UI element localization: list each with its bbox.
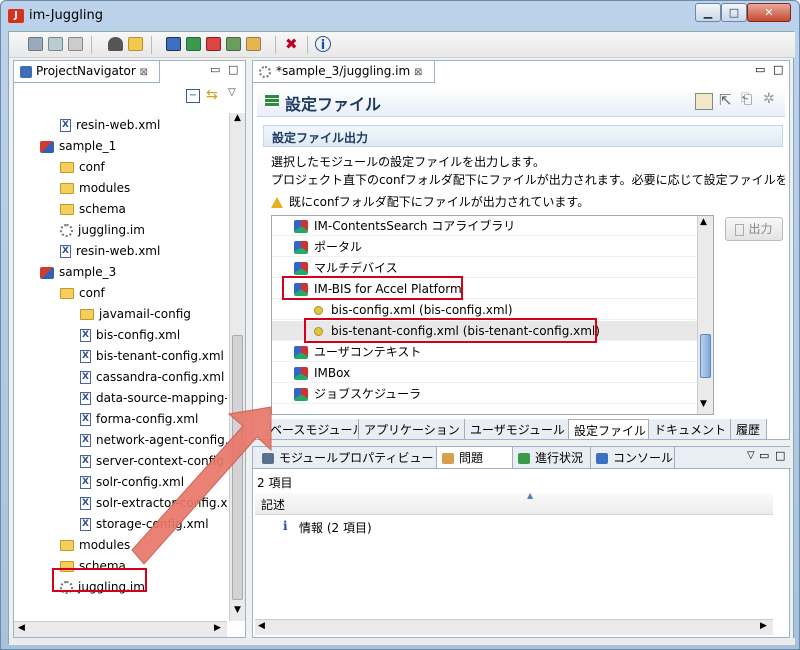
pointer-arrow (131, 406, 272, 565)
application-window: J im-Juggling ▁ □ ✕ ✖ i ProjectNavigator… (0, 0, 800, 650)
arrow-shape (131, 406, 272, 565)
